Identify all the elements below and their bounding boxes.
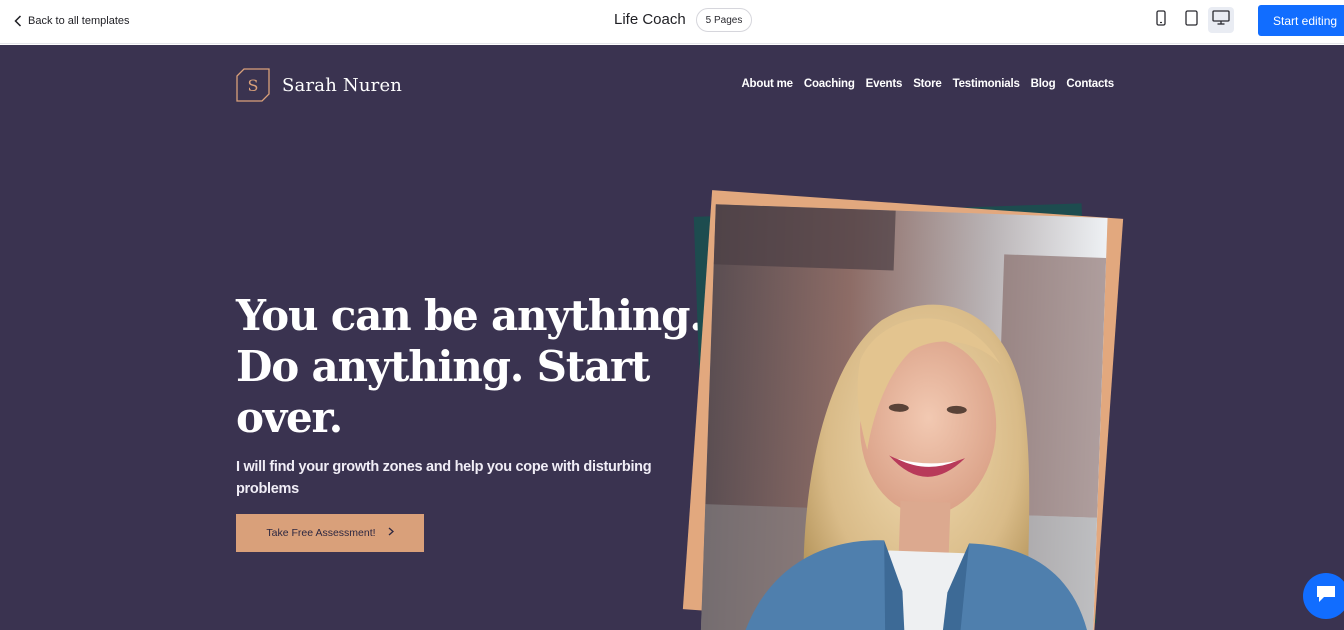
main-nav: About me Coaching Events Store Testimoni… — [741, 78, 1114, 90]
desktop-icon — [1212, 10, 1230, 30]
editor-top-bar: Back to all templates Life Coach 5 Pages… — [0, 0, 1344, 44]
tablet-view-button[interactable] — [1178, 7, 1204, 33]
mobile-view-button[interactable] — [1148, 7, 1174, 33]
nav-store[interactable]: Store — [913, 78, 942, 90]
take-assessment-button[interactable]: Take Free Assessment! — [236, 514, 424, 552]
pages-badge[interactable]: 5 Pages — [696, 8, 752, 32]
brand-name: Sarah Nuren — [282, 74, 403, 96]
hero-photo — [700, 204, 1108, 630]
logo-mark: S — [236, 68, 270, 102]
nav-about-me[interactable]: About me — [741, 78, 793, 90]
nav-testimonials[interactable]: Testimonials — [953, 78, 1020, 90]
chevron-right-icon — [388, 527, 394, 539]
logo-letter: S — [247, 75, 259, 95]
back-to-templates-link[interactable]: Back to all templates — [14, 12, 130, 30]
nav-events[interactable]: Events — [866, 78, 903, 90]
hero-subtext: I will find your growth zones and help y… — [236, 459, 652, 497]
smiling-woman-photo — [700, 204, 1108, 630]
chat-button[interactable] — [1303, 573, 1344, 619]
chat-icon — [1316, 585, 1336, 608]
back-link-label: Back to all templates — [28, 15, 130, 27]
chevron-left-icon — [14, 15, 22, 27]
start-editing-button[interactable]: Start editing — [1258, 5, 1344, 36]
site-preview: S Sarah Nuren About me Coaching Events S… — [0, 45, 1344, 630]
tablet-icon — [1184, 9, 1198, 31]
nav-coaching[interactable]: Coaching — [804, 78, 855, 90]
cta-label: Take Free Assessment! — [266, 527, 376, 539]
mobile-icon — [1156, 9, 1166, 31]
hero-headline: You can be anything. Do anything. Start … — [236, 291, 704, 442]
site-logo[interactable]: S Sarah Nuren — [236, 68, 402, 102]
nav-contacts[interactable]: Contacts — [1066, 78, 1114, 90]
desktop-view-button[interactable] — [1208, 7, 1234, 33]
template-title: Life Coach — [614, 11, 686, 28]
nav-blog[interactable]: Blog — [1031, 78, 1056, 90]
